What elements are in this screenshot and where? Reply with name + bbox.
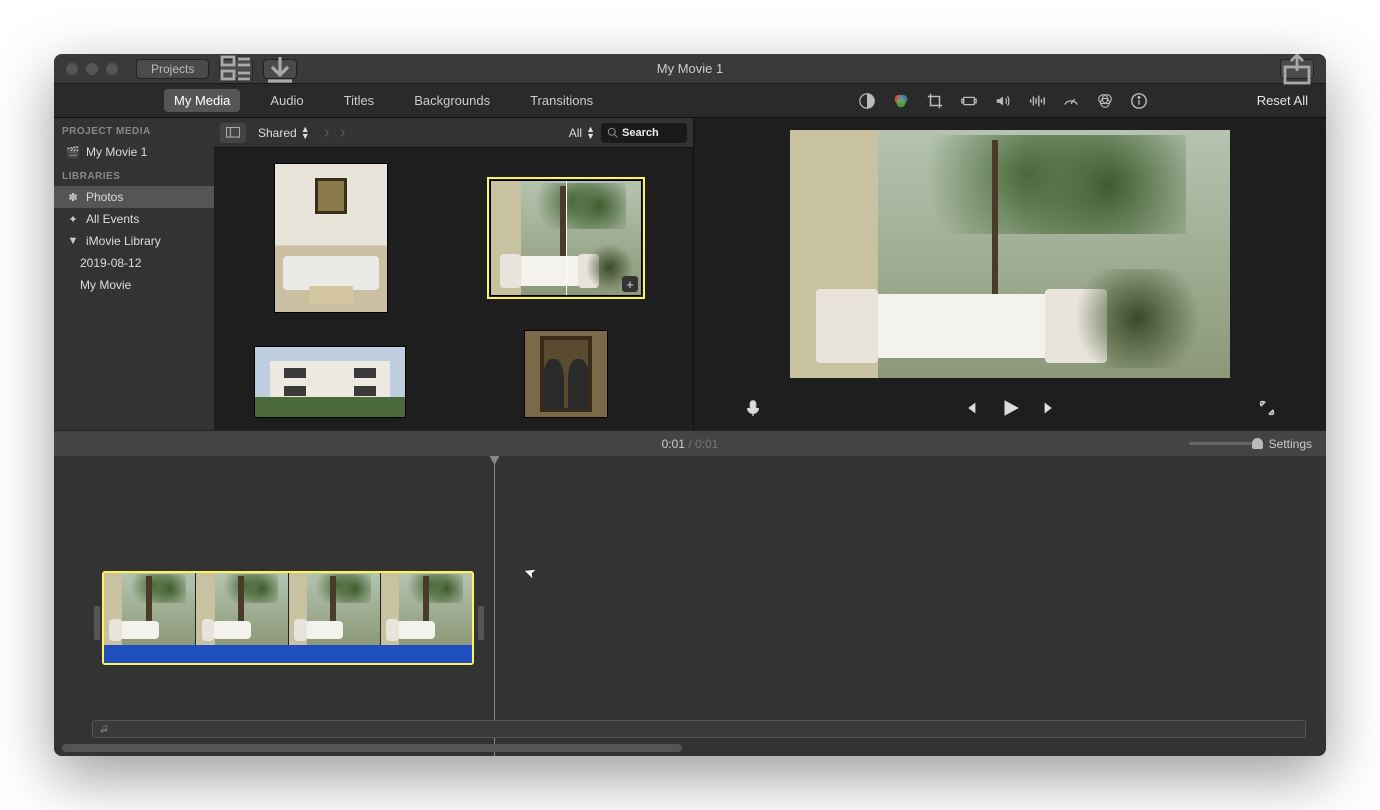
- toggle-sidebar-button[interactable]: [220, 123, 246, 143]
- tab-titles[interactable]: Titles: [334, 89, 385, 112]
- thumbnail-grid[interactable]: +: [214, 148, 693, 430]
- tab-my-media[interactable]: My Media: [164, 89, 240, 112]
- stabilization-icon[interactable]: [959, 91, 979, 111]
- noise-eq-icon[interactable]: [1027, 91, 1047, 111]
- sidebar-item-label: Photos: [86, 190, 123, 204]
- voiceover-mic-icon[interactable]: [744, 399, 762, 422]
- skimmer-line: [566, 181, 567, 295]
- search-icon: [607, 127, 618, 138]
- fullscreen-button[interactable]: [1258, 399, 1276, 422]
- sidebar-header-project-media: PROJECT MEDIA: [54, 118, 214, 141]
- time-separator: /: [685, 437, 695, 451]
- reset-all-button[interactable]: Reset All: [1257, 93, 1308, 108]
- timeline[interactable]: ➤: [54, 456, 1326, 756]
- close-icon[interactable]: [66, 63, 78, 75]
- preview-viewer[interactable]: [694, 118, 1326, 390]
- photos-icon: ✽: [66, 191, 80, 204]
- sidebar-item-label: 2019-08-12: [80, 256, 141, 270]
- add-to-timeline-icon[interactable]: +: [622, 276, 638, 292]
- projects-button[interactable]: Projects: [136, 59, 209, 79]
- sidebar-item-all-events[interactable]: ✦ All Events: [54, 208, 214, 230]
- media-browser: Shared ▲▼ › › All ▲▼ Search: [214, 118, 693, 430]
- search-input[interactable]: Search: [601, 123, 687, 143]
- window-controls: [54, 63, 118, 75]
- browser-tabs: My Media Audio Titles Backgrounds Transi…: [54, 89, 694, 112]
- clapper-icon: 🎬: [66, 146, 80, 159]
- media-thumb-garden[interactable]: +: [490, 180, 642, 296]
- sidebar-item-my-movie[interactable]: My Movie: [54, 274, 214, 296]
- search-placeholder: Search: [622, 127, 659, 139]
- sidebar-item-photos[interactable]: ✽ Photos: [54, 186, 214, 208]
- playback-controls: [694, 390, 1326, 430]
- preview-frame: [790, 130, 1230, 378]
- clip-trim-handle-right[interactable]: [478, 606, 484, 640]
- clip-thumbnails: [104, 573, 472, 645]
- timeline-clip[interactable]: [102, 571, 474, 665]
- chevron-right-icon: ›: [338, 122, 348, 143]
- next-frame-button[interactable]: [1041, 399, 1059, 422]
- tab-audio[interactable]: Audio: [260, 89, 313, 112]
- volume-icon[interactable]: [993, 91, 1013, 111]
- clip-audio-band[interactable]: [104, 645, 472, 663]
- imovie-window: Projects My Movie 1 My Media Audio Title…: [54, 54, 1326, 756]
- total-time: 0:01: [695, 437, 718, 451]
- viewer-pane: [694, 118, 1326, 430]
- info-icon[interactable]: [1129, 91, 1149, 111]
- enhance-wand-icon[interactable]: [714, 91, 749, 111]
- sidebar-item-label: My Movie 1: [86, 145, 147, 159]
- color-correction-icon[interactable]: [891, 91, 911, 111]
- disclosure-triangle-icon[interactable]: ▼: [66, 235, 80, 247]
- zoom-slider[interactable]: [1189, 442, 1259, 445]
- media-thumb-house[interactable]: [254, 346, 406, 418]
- library-list-view-button[interactable]: [219, 59, 253, 79]
- music-note-icon: [99, 723, 111, 735]
- main-area: PROJECT MEDIA 🎬 My Movie 1 LIBRARIES ✽ P…: [54, 118, 1326, 430]
- path-label: Shared: [258, 126, 297, 140]
- play-button[interactable]: [999, 397, 1021, 424]
- clip-trim-handle-left[interactable]: [94, 606, 100, 640]
- zoom-icon[interactable]: [106, 63, 118, 75]
- toolbar-row: My Media Audio Titles Backgrounds Transi…: [54, 84, 1326, 118]
- browser-pane: PROJECT MEDIA 🎬 My Movie 1 LIBRARIES ✽ P…: [54, 118, 694, 430]
- filter-label: All: [569, 126, 582, 140]
- sidebar-item-movie[interactable]: 🎬 My Movie 1: [54, 141, 214, 163]
- titlebar: Projects My Movie 1: [54, 54, 1326, 84]
- sidebar-item-label: All Events: [86, 212, 139, 226]
- tab-transitions[interactable]: Transitions: [520, 89, 603, 112]
- path-dropdown[interactable]: Shared ▲▼: [252, 126, 316, 140]
- sidebar-header-libraries: LIBRARIES: [54, 163, 214, 186]
- filter-dropdown[interactable]: All ▲▼: [569, 126, 595, 140]
- background-audio-track[interactable]: [92, 720, 1306, 738]
- timeline-scrollbar[interactable]: [62, 744, 682, 754]
- share-button[interactable]: [1280, 59, 1314, 79]
- chevron-right-icon: ›: [322, 122, 332, 143]
- prev-frame-button[interactable]: [961, 399, 979, 422]
- sidebar-item-label: iMovie Library: [86, 234, 161, 248]
- crop-icon[interactable]: [925, 91, 945, 111]
- settings-button[interactable]: Settings: [1269, 437, 1312, 451]
- zoom-knob[interactable]: [1252, 438, 1263, 449]
- sidebar: PROJECT MEDIA 🎬 My Movie 1 LIBRARIES ✽ P…: [54, 118, 214, 430]
- star-icon: ✦: [66, 213, 80, 226]
- media-thumb-room[interactable]: [274, 163, 388, 313]
- minimize-icon[interactable]: [86, 63, 98, 75]
- adjust-toolbar: Reset All: [694, 91, 1326, 111]
- updown-icon: ▲▼: [301, 126, 310, 140]
- media-thumb-people[interactable]: [524, 330, 608, 418]
- sidebar-item-imovie-library[interactable]: ▼ iMovie Library: [54, 230, 214, 252]
- playhead[interactable]: [494, 456, 495, 756]
- color-balance-icon[interactable]: [857, 91, 877, 111]
- sidebar-item-event-date[interactable]: 2019-08-12: [54, 252, 214, 274]
- updown-icon: ▲▼: [586, 126, 595, 140]
- browser-bar: Shared ▲▼ › › All ▲▼ Search: [214, 118, 693, 148]
- tab-backgrounds[interactable]: Backgrounds: [404, 89, 500, 112]
- import-button[interactable]: [263, 59, 297, 79]
- mouse-cursor-icon: ➤: [521, 563, 538, 583]
- current-time: 0:01: [662, 437, 685, 451]
- filters-icon[interactable]: [1095, 91, 1115, 111]
- speed-icon[interactable]: [1061, 91, 1081, 111]
- time-display-bar: 0:01 / 0:01 Settings: [54, 430, 1326, 456]
- sidebar-item-label: My Movie: [80, 278, 131, 292]
